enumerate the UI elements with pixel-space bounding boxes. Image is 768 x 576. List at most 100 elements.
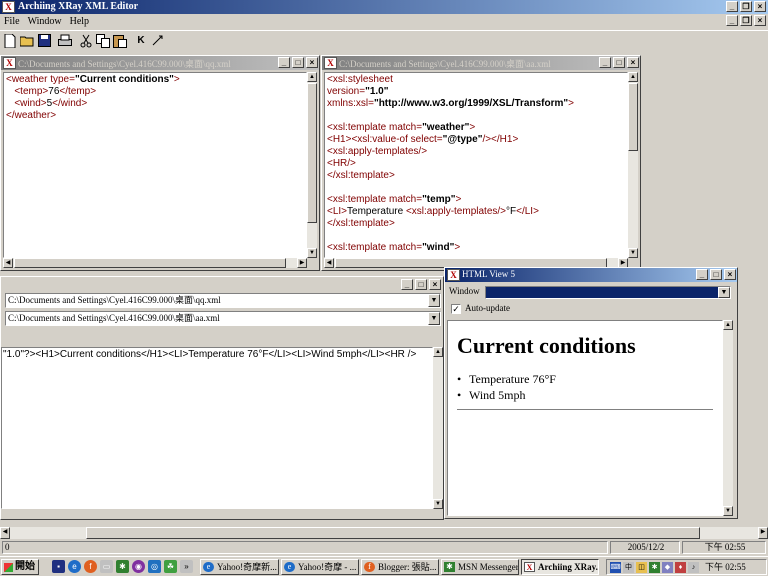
window-select[interactable]: ▼ (485, 286, 731, 299)
tray-app-icon[interactable]: ◆ (662, 562, 673, 573)
scroll-up-arrow[interactable]: ▲ (723, 320, 733, 330)
scroll-thumb[interactable] (307, 83, 317, 223)
scroll-right-arrow[interactable]: ▶ (297, 258, 307, 268)
scroll-right-arrow[interactable]: ▶ (758, 527, 768, 539)
close-button[interactable]: × (429, 279, 441, 290)
scroll-up-arrow[interactable]: ▲ (307, 72, 317, 82)
scroll-down-arrow[interactable]: ▼ (723, 506, 733, 516)
print-icon[interactable] (57, 33, 73, 49)
minimize-button[interactable]: _ (599, 57, 611, 68)
more-icon[interactable]: » (180, 560, 193, 573)
xsl-path-combo[interactable]: C:\Documents and Settings\Cyel.416C99.00… (5, 311, 441, 326)
html-view-vertical-scrollbar[interactable]: ▲ ▼ (723, 320, 733, 516)
task-yahoo[interactable]: e Yahoo!奇摩 - ... (281, 559, 359, 575)
scroll-up-arrow[interactable]: ▲ (433, 347, 443, 357)
firefox-icon[interactable]: f (84, 560, 97, 573)
app-title-bar: X Archiing XRay XML Editor _ ❐ × (0, 0, 768, 14)
browser-icon[interactable]: ◎ (148, 560, 161, 573)
dropdown-arrow-icon[interactable]: ▼ (428, 294, 440, 307)
mdi-restore-button[interactable]: ❐ (740, 15, 752, 26)
new-file-icon[interactable] (2, 33, 18, 49)
xsl-vertical-scrollbar[interactable]: ▲ ▼ (628, 72, 638, 258)
desktop-icon[interactable]: ▭ (100, 560, 113, 573)
code-line: <LI>Temperature <xsl:apply-templates/>°F… (327, 206, 539, 217)
workspace-horizontal-scrollbar[interactable]: ◀ ▶ (0, 527, 768, 539)
transform-icon[interactable]: K (133, 33, 149, 49)
task-archiing-xray[interactable]: X Archiing XRay... (521, 559, 599, 575)
task-yahoo-news[interactable]: e Yahoo!奇摩新... (200, 559, 279, 575)
task-blogger[interactable]: f Blogger: 張貼... (361, 559, 439, 575)
media-icon[interactable]: ◉ (132, 560, 145, 573)
scroll-down-arrow[interactable]: ▼ (307, 248, 317, 258)
minimize-button[interactable]: _ (696, 269, 708, 280)
keyboard-icon[interactable]: ⌨ (610, 562, 621, 573)
mdi-close-button[interactable]: × (754, 15, 766, 26)
task-label: Archiing XRay... (538, 562, 599, 572)
paste-icon[interactable] (112, 33, 128, 49)
restore-button[interactable]: ❐ (740, 1, 752, 12)
xsl-editor[interactable]: <xsl:stylesheet version="1.0" xmlns:xsl="h… (324, 72, 628, 258)
tray-clock[interactable]: 下午 02:55 (705, 561, 746, 573)
xsl-window-title-bar[interactable]: X C:\Documents and Settings\Cyel.416C99.… (322, 56, 640, 70)
minimize-button[interactable]: _ (278, 57, 290, 68)
ime-icon[interactable]: 中 (623, 562, 634, 573)
volume-icon[interactable]: ♪ (688, 562, 699, 573)
task-msn[interactable]: ✱ MSN Messenger (441, 559, 519, 575)
maximize-button[interactable]: □ (415, 279, 427, 290)
start-button[interactable]: 開始 (1, 559, 39, 575)
close-button[interactable]: × (306, 57, 318, 68)
app-quicklaunch-icon[interactable]: ☘ (164, 560, 177, 573)
app-logo-icon[interactable]: X (2, 1, 15, 13)
maximize-button[interactable]: □ (292, 57, 304, 68)
msn-icon[interactable]: ✱ (116, 560, 129, 573)
task-label: MSN Messenger (458, 562, 519, 572)
maximize-button[interactable]: □ (613, 57, 625, 68)
rendered-heading: Current conditions (457, 333, 636, 358)
scroll-left-arrow[interactable]: ◀ (0, 527, 10, 539)
html-view-title-bar[interactable]: X HTML View 5 _ □ × (445, 268, 737, 282)
xml-horizontal-scrollbar[interactable]: ◀ ▶ (3, 258, 307, 268)
menu-file[interactable]: File (0, 15, 24, 29)
minimize-button[interactable]: _ (726, 1, 738, 12)
mdi-minimize-button[interactable]: _ (726, 15, 738, 26)
scroll-thumb[interactable] (14, 258, 286, 268)
transform-output[interactable]: "1.0"?><H1>Current conditions</H1><LI>Te… (1, 347, 433, 509)
dropdown-arrow-icon[interactable]: ▼ (718, 287, 730, 298)
xml-editor[interactable]: <weather type="Current conditions"> <tem… (3, 72, 307, 258)
close-button[interactable]: × (627, 57, 639, 68)
minimize-button[interactable]: _ (401, 279, 413, 290)
menu-bar: File Window Help (0, 15, 768, 29)
dropdown-arrow-icon[interactable]: ▼ (428, 312, 440, 325)
xml-path-combo[interactable]: C:\Documents and Settings\Cyel.416C99.00… (5, 293, 441, 308)
network-icon[interactable]: ◫ (636, 562, 647, 573)
scroll-up-arrow[interactable]: ▲ (628, 72, 638, 82)
menu-help[interactable]: Help (66, 15, 93, 29)
scroll-thumb[interactable] (86, 527, 700, 539)
output-vertical-scrollbar[interactable]: ▲ ▼ (433, 347, 443, 509)
close-button[interactable]: × (754, 1, 766, 12)
close-button[interactable]: × (724, 269, 736, 280)
auto-update-checkbox[interactable]: ✓ (451, 304, 461, 314)
html-render-area[interactable]: Current conditions Temperature 76°F Wind… (447, 320, 723, 516)
ie-icon[interactable]: e (68, 560, 81, 573)
scroll-down-arrow[interactable]: ▼ (433, 499, 443, 509)
maximize-button[interactable]: □ (710, 269, 722, 280)
security-icon[interactable]: ♦ (675, 562, 686, 573)
scroll-left-arrow[interactable]: ◀ (3, 258, 13, 268)
save-icon[interactable] (36, 33, 52, 49)
save-quicklaunch-icon[interactable]: ▪ (52, 560, 65, 573)
msn-icon: ✱ (444, 562, 455, 572)
scroll-left-arrow[interactable]: ◀ (324, 258, 334, 268)
cut-icon[interactable] (78, 33, 94, 49)
msn-tray-icon[interactable]: ✱ (649, 562, 660, 573)
menu-window[interactable]: Window (24, 15, 66, 29)
xml-vertical-scrollbar[interactable]: ▲ ▼ (307, 72, 317, 258)
open-folder-icon[interactable] (19, 33, 35, 49)
validate-icon[interactable] (150, 33, 166, 49)
xsl-document-window: X C:\Documents and Settings\Cyel.416C99.… (321, 55, 641, 271)
copy-icon[interactable] (95, 33, 111, 49)
xml-window-title-bar[interactable]: X C:\Documents and Settings\Cyel.416C99.… (1, 56, 319, 70)
scroll-thumb[interactable] (628, 83, 638, 151)
scroll-down-arrow[interactable]: ▼ (628, 248, 638, 258)
